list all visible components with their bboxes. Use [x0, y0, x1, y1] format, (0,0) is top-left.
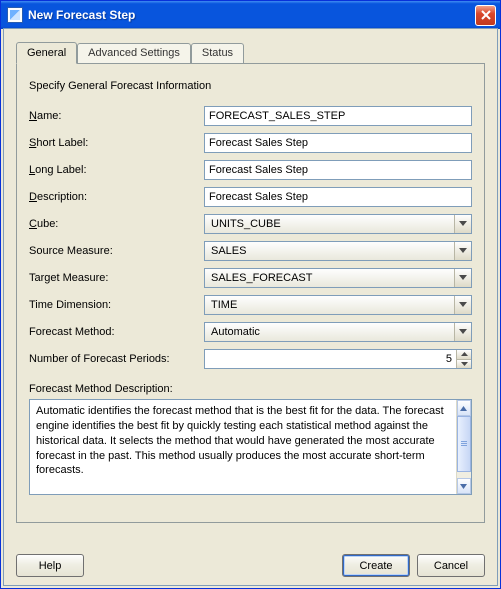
chevron-down-icon — [459, 329, 467, 335]
tab-strip: General Advanced Settings Status — [16, 41, 485, 63]
button-row: Help Create Cancel — [16, 554, 485, 577]
label-method-description: Forecast Method Description: — [29, 383, 472, 395]
tab-general[interactable]: General — [16, 42, 77, 64]
label-name: Name: — [29, 110, 204, 122]
scroll-down-button[interactable] — [457, 478, 471, 494]
description-input[interactable] — [204, 187, 472, 207]
label-num-periods: Number of Forecast Periods: — [29, 353, 204, 365]
chevron-down-icon — [459, 302, 467, 308]
label-description: Description: — [29, 191, 204, 203]
title-bar[interactable]: New Forecast Step — [1, 1, 500, 29]
num-periods-spinner[interactable] — [204, 349, 472, 369]
forecast-method-value: Automatic — [205, 324, 454, 340]
target-measure-value: SALES_FORECAST — [205, 270, 454, 286]
chevron-down-icon — [459, 221, 467, 227]
help-button[interactable]: Help — [16, 554, 84, 577]
num-periods-input[interactable] — [205, 350, 456, 368]
time-dimension-value: TIME — [205, 297, 454, 313]
window-title: New Forecast Step — [28, 8, 475, 22]
label-cube: Cube: — [29, 218, 204, 230]
tab-status[interactable]: Status — [191, 43, 244, 65]
label-target-measure: Target Measure: — [29, 272, 204, 284]
close-icon — [481, 10, 491, 20]
tab-advanced-settings[interactable]: Advanced Settings — [77, 43, 191, 65]
method-description-container: Automatic identifies the forecast method… — [29, 399, 472, 495]
target-measure-dropdown-button[interactable] — [454, 269, 471, 287]
chevron-down-icon — [459, 275, 467, 281]
name-input[interactable] — [204, 106, 472, 126]
method-description-scrollbar[interactable] — [456, 400, 471, 494]
forecast-method-combo[interactable]: Automatic — [204, 322, 472, 342]
chevron-down-icon — [460, 484, 467, 489]
time-dimension-combo[interactable]: TIME — [204, 295, 472, 315]
cube-combo[interactable]: UNITS_CUBE — [204, 214, 472, 234]
spinner-buttons — [456, 350, 471, 368]
time-dimension-dropdown-button[interactable] — [454, 296, 471, 314]
app-icon — [7, 7, 23, 23]
scroll-thumb[interactable] — [457, 416, 471, 472]
client-area: General Advanced Settings Status Specify… — [3, 28, 498, 586]
short-label-input[interactable] — [204, 133, 472, 153]
label-time-dimension: Time Dimension: — [29, 299, 204, 311]
chevron-up-icon — [461, 352, 468, 356]
target-measure-combo[interactable]: SALES_FORECAST — [204, 268, 472, 288]
source-measure-value: SALES — [205, 243, 454, 259]
forecast-method-dropdown-button[interactable] — [454, 323, 471, 341]
long-label-input[interactable] — [204, 160, 472, 180]
method-description-text[interactable]: Automatic identifies the forecast method… — [30, 400, 456, 494]
spinner-up-button[interactable] — [456, 350, 471, 360]
cube-value: UNITS_CUBE — [205, 216, 454, 232]
cube-dropdown-button[interactable] — [454, 215, 471, 233]
close-button[interactable] — [475, 5, 496, 26]
source-measure-combo[interactable]: SALES — [204, 241, 472, 261]
chevron-up-icon — [460, 406, 467, 411]
spinner-down-button[interactable] — [456, 360, 471, 369]
label-source-measure: Source Measure: — [29, 245, 204, 257]
tab-panel-general: Specify General Forecast Information Nam… — [16, 63, 485, 523]
scroll-track[interactable] — [457, 416, 471, 478]
label-short-label: Short Label: — [29, 137, 204, 149]
label-long-label: Long Label: — [29, 164, 204, 176]
scroll-up-button[interactable] — [457, 400, 471, 416]
cancel-button[interactable]: Cancel — [417, 554, 485, 577]
chevron-down-icon — [459, 248, 467, 254]
create-button[interactable]: Create — [342, 554, 410, 577]
section-intro: Specify General Forecast Information — [29, 80, 472, 92]
source-measure-dropdown-button[interactable] — [454, 242, 471, 260]
chevron-down-icon — [461, 362, 468, 366]
label-forecast-method: Forecast Method: — [29, 326, 204, 338]
